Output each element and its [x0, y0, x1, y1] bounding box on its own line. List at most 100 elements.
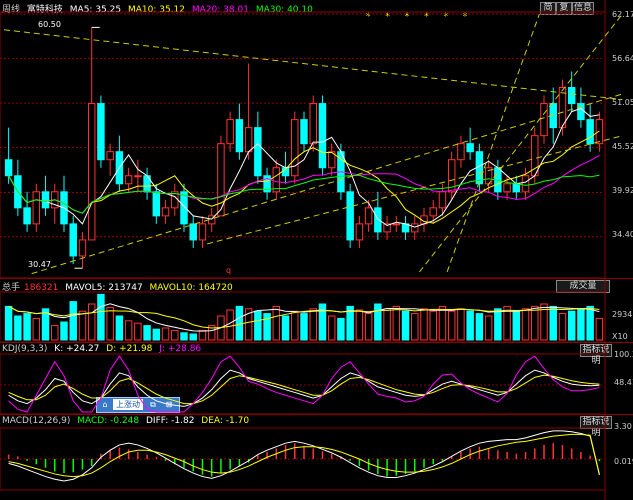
- floating-toolbar[interactable]: ⌂ 上涨动 ⧉ ⊠: [96, 397, 180, 413]
- candle-body: [87, 103, 96, 241]
- volume-bar: [198, 329, 207, 341]
- candle-body: [198, 223, 207, 241]
- candle-body: [207, 215, 216, 225]
- mavol10-label: MAVOL10: 164720: [149, 283, 233, 293]
- volume-bar: [309, 308, 317, 341]
- volume-bar: [263, 313, 271, 341]
- trend-line: [446, 13, 540, 273]
- info-button[interactable]: 信息: [572, 2, 594, 15]
- candle-body: [134, 175, 142, 178]
- volume-bar: [346, 305, 354, 341]
- candle-body: [337, 151, 345, 193]
- volume-bar: [512, 310, 521, 341]
- volume-bar: [254, 310, 262, 341]
- trend-line: [31, 93, 623, 275]
- candle-body: [577, 103, 585, 121]
- macd-tick-1: 3.30: [614, 422, 632, 431]
- toolbar-close-button[interactable]: ⊠: [163, 399, 175, 410]
- separator-macd: [0, 414, 633, 415]
- simple-button[interactable]: 简: [540, 2, 556, 15]
- volume-bar: [318, 303, 327, 341]
- kdj-k: K: +24.27: [54, 344, 100, 354]
- volume-bar: [281, 315, 290, 341]
- macd-header: MACD(12,26,9) MACD: -0.248 DIFF: -1.82 D…: [2, 416, 253, 426]
- volume-bar: [457, 308, 465, 341]
- volume-bar: [78, 310, 87, 341]
- candle-body: [318, 103, 327, 169]
- volume-bar: [180, 332, 188, 341]
- separator-kdj: [0, 342, 633, 343]
- candle-body: [438, 191, 447, 209]
- kdj-help-button[interactable]: 指标说明: [580, 344, 612, 366]
- volume-bar: [411, 313, 419, 341]
- volume-bar: [189, 333, 197, 341]
- indicator-select[interactable]: 成交量: [556, 280, 610, 293]
- candle-body: [355, 223, 364, 241]
- mavol10-line: [8, 305, 600, 329]
- star-markers: * * * * * *: [366, 12, 474, 22]
- price-tick-3: 51.05: [612, 98, 633, 107]
- candle-body: [420, 215, 428, 225]
- candle-body: [217, 143, 225, 217]
- candle-body: [180, 191, 188, 225]
- candle-body: [521, 175, 530, 193]
- candle-body: [457, 143, 465, 161]
- volume-bar: [14, 315, 22, 341]
- kdj-tick-2: 48.41: [614, 378, 633, 387]
- candle-body: [254, 127, 262, 177]
- candle-body: [124, 175, 133, 185]
- candle-body: [51, 191, 59, 209]
- volume-bar: [521, 308, 530, 341]
- low-annotation: 30.47: [28, 260, 51, 269]
- candle-body: [392, 223, 401, 226]
- candle-body: [327, 151, 336, 169]
- volume-bar: [540, 303, 548, 341]
- high-annotation: 60.50: [38, 20, 61, 29]
- candle-body: [23, 207, 31, 225]
- candle-body: [595, 119, 604, 145]
- period-label: 周线: [2, 5, 21, 15]
- ma30-line: [8, 174, 600, 214]
- volume-bar: [217, 315, 225, 341]
- candle-body: [143, 175, 151, 193]
- volume-bar: [374, 303, 382, 341]
- price-tick-2: 56.64: [612, 54, 633, 63]
- candle-body: [383, 223, 391, 233]
- volume-bar: [4, 305, 13, 341]
- volume-header: 总手 186321 MAVOL5: 213747 MAVOL10: 164720: [2, 280, 237, 293]
- candle-body: [14, 175, 22, 209]
- candle-body: [60, 191, 68, 225]
- trend-line: [3, 29, 623, 101]
- price-tick-4: 45.52: [612, 142, 633, 151]
- candle-body: [549, 103, 557, 129]
- candle-body: [291, 119, 299, 177]
- volume-bar: [392, 305, 401, 341]
- candle-body: [411, 223, 419, 233]
- volume-bar: [420, 308, 428, 341]
- dea-line: [8, 433, 600, 478]
- toolbar-trend-button[interactable]: 上涨动: [113, 399, 143, 410]
- toolbar-copy-button[interactable]: ⧉: [147, 399, 159, 410]
- candle-body: [558, 87, 567, 129]
- candle-body: [226, 119, 234, 145]
- volume-bar: [447, 310, 456, 341]
- volume-bar: [438, 305, 447, 341]
- kdj-j: J: +28.86: [159, 344, 202, 354]
- candle-body: [161, 207, 170, 217]
- candle-body: [494, 167, 502, 193]
- kdj-label: KDJ(9,3,3): [2, 344, 48, 354]
- candle-body: [281, 167, 290, 177]
- volume-bar: [143, 325, 151, 341]
- volume-bar: [291, 310, 299, 341]
- volume-bar: [97, 293, 105, 341]
- macd-help-button[interactable]: 指标说明: [580, 416, 612, 438]
- volume-bar: [23, 313, 31, 341]
- candle-body: [152, 191, 161, 217]
- volume-bar: [134, 322, 142, 341]
- candle-body: [567, 87, 576, 105]
- ma10-line: [8, 130, 600, 224]
- volume-bar: [364, 313, 373, 341]
- fuquan-button[interactable]: 复: [556, 2, 572, 15]
- toolbar-home-button[interactable]: ⌂: [99, 399, 111, 410]
- volume-bar: [69, 301, 77, 341]
